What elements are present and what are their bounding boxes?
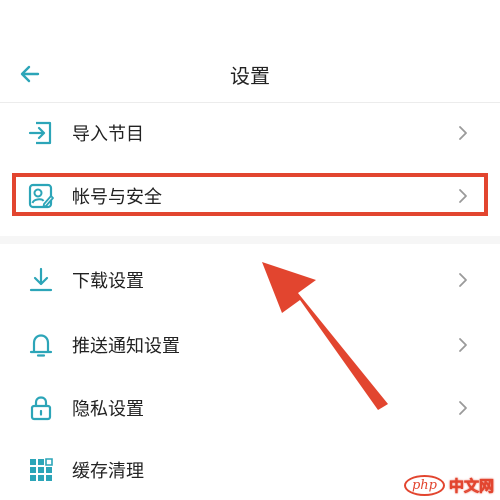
top-bar: 设置	[0, 46, 500, 102]
menu-item-privacy-settings[interactable]: 隐私设置	[0, 378, 500, 438]
import-icon	[26, 118, 56, 148]
section-gap	[0, 236, 500, 244]
watermark-logo: php	[403, 475, 445, 496]
download-icon	[26, 265, 56, 295]
chevron-right-icon	[459, 401, 467, 415]
menu-item-import[interactable]: 导入节目	[0, 103, 500, 163]
cache-grid-icon	[26, 455, 56, 485]
menu-item-label: 缓存清理	[72, 461, 144, 482]
account-security-icon	[26, 181, 56, 211]
watermark: php 中文网	[403, 475, 495, 496]
lock-icon	[26, 393, 56, 423]
chevron-right-icon	[459, 126, 467, 140]
menu-item-push-notifications[interactable]: 推送通知设置	[0, 315, 500, 375]
page-title: 设置	[230, 64, 270, 88]
watermark-text: 中文网	[448, 477, 495, 496]
chevron-right-icon	[459, 273, 467, 287]
menu-item-label: 下载设置	[72, 271, 144, 292]
menu-item-label: 导入节目	[72, 124, 144, 145]
bell-icon	[26, 330, 56, 360]
menu-item-label: 帐号与安全	[72, 187, 162, 208]
menu-item-label: 隐私设置	[72, 399, 144, 420]
chevron-right-icon	[459, 338, 467, 352]
menu-item-account-security[interactable]: 帐号与安全	[0, 166, 500, 226]
menu-item-label: 推送通知设置	[72, 336, 180, 357]
menu-item-download-settings[interactable]: 下载设置	[0, 250, 500, 310]
chevron-right-icon	[459, 189, 467, 203]
